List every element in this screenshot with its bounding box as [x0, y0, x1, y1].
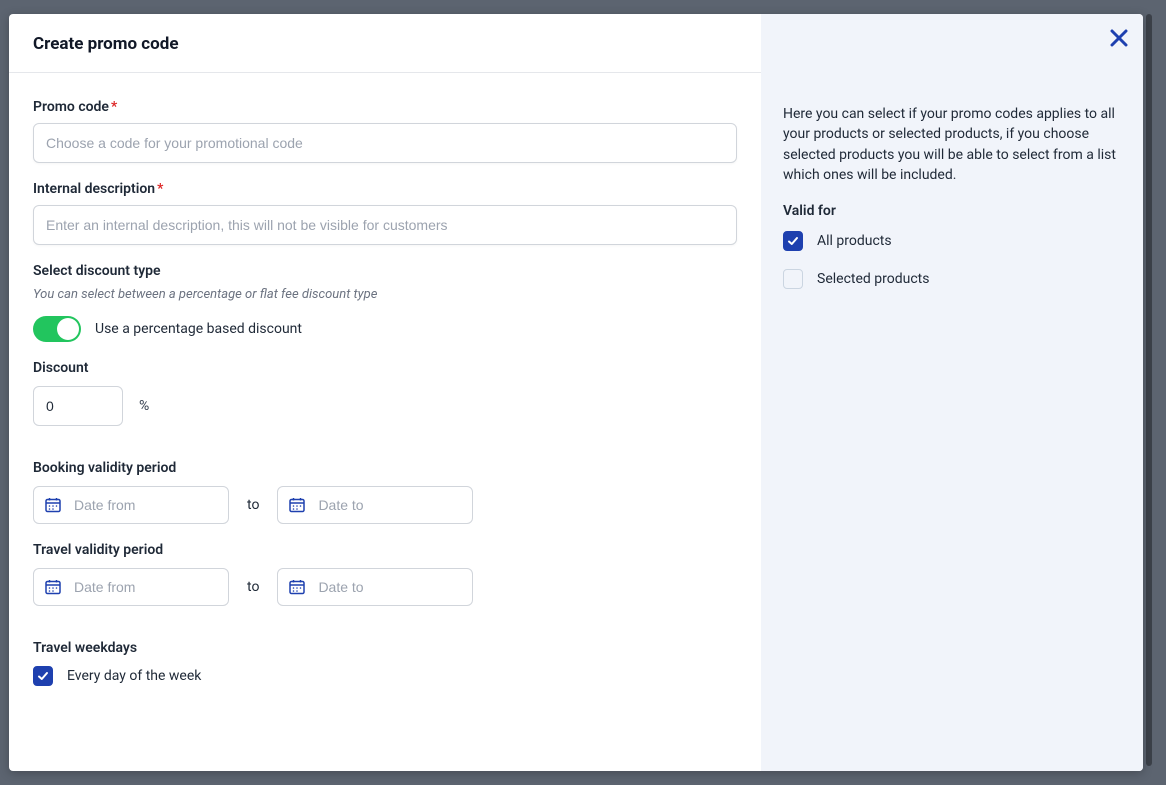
travel-to-wrap: [277, 568, 473, 606]
booking-to-input[interactable]: [277, 486, 473, 524]
toggle-knob: [57, 318, 79, 340]
close-button[interactable]: [1107, 26, 1131, 50]
discount-label: Discount: [33, 360, 737, 376]
page-scrollbar[interactable]: [1146, 14, 1152, 766]
valid-for-label: Valid for: [783, 203, 1121, 219]
travel-weekdays-field: Travel weekdays Every day of the week: [33, 640, 737, 686]
internal-desc-input[interactable]: [33, 205, 737, 245]
booking-validity-field: Booking validity period to: [33, 460, 737, 524]
selected-products-label: Selected products: [817, 271, 929, 287]
discount-type-hint: You can select between a percentage or f…: [33, 287, 737, 302]
booking-validity-label: Booking validity period: [33, 460, 737, 476]
internal-desc-label: Internal description*: [33, 181, 737, 197]
selected-products-checkbox[interactable]: [783, 269, 803, 289]
promo-code-field: Promo code*: [33, 99, 737, 163]
discount-field: Discount %: [33, 360, 737, 426]
all-products-row: All products: [783, 231, 1121, 251]
booking-to-label: to: [247, 497, 259, 513]
discount-type-field: Select discount type You can select betw…: [33, 263, 737, 342]
required-marker: *: [111, 99, 117, 115]
discount-input[interactable]: [33, 386, 123, 426]
travel-from-input[interactable]: [33, 568, 229, 606]
close-icon: [1110, 29, 1128, 47]
percentage-toggle[interactable]: [33, 316, 81, 342]
selected-products-row: Selected products: [783, 269, 1121, 289]
discount-row: %: [33, 386, 737, 426]
every-day-label: Every day of the week: [67, 668, 201, 684]
discount-type-label: Select discount type: [33, 263, 737, 279]
travel-weekdays-label: Travel weekdays: [33, 640, 737, 656]
modal-header: Create promo code: [9, 14, 761, 73]
discount-unit: %: [139, 398, 149, 414]
internal-desc-field: Internal description*: [33, 181, 737, 245]
promo-code-label: Promo code*: [33, 99, 737, 115]
internal-desc-label-text: Internal description: [33, 181, 155, 197]
main-panel: Create promo code Promo code* Internal d…: [9, 14, 761, 771]
discount-type-toggle-row: Use a percentage based discount: [33, 316, 737, 342]
booking-from-wrap: [33, 486, 229, 524]
every-day-row: Every day of the week: [33, 666, 737, 686]
all-products-label: All products: [817, 233, 892, 249]
every-day-checkbox[interactable]: [33, 666, 53, 686]
booking-from-input[interactable]: [33, 486, 229, 524]
percentage-toggle-label: Use a percentage based discount: [95, 321, 302, 337]
check-icon: [787, 235, 799, 247]
travel-validity-row: to: [33, 568, 737, 606]
promo-code-label-text: Promo code: [33, 99, 109, 115]
side-panel: Here you can select if your promo codes …: [761, 14, 1143, 771]
all-products-checkbox[interactable]: [783, 231, 803, 251]
travel-from-wrap: [33, 568, 229, 606]
promo-code-input[interactable]: [33, 123, 737, 163]
travel-validity-field: Travel validity period to: [33, 542, 737, 606]
travel-to-input[interactable]: [277, 568, 473, 606]
create-promo-modal: Create promo code Promo code* Internal d…: [9, 14, 1143, 771]
travel-to-label: to: [247, 579, 259, 595]
booking-validity-row: to: [33, 486, 737, 524]
booking-to-wrap: [277, 486, 473, 524]
check-icon: [37, 670, 49, 682]
modal-title: Create promo code: [33, 34, 737, 54]
side-description: Here you can select if your promo codes …: [783, 104, 1121, 185]
required-marker: *: [157, 181, 163, 197]
modal-body: Promo code* Internal description* Select…: [9, 73, 761, 771]
travel-validity-label: Travel validity period: [33, 542, 737, 558]
